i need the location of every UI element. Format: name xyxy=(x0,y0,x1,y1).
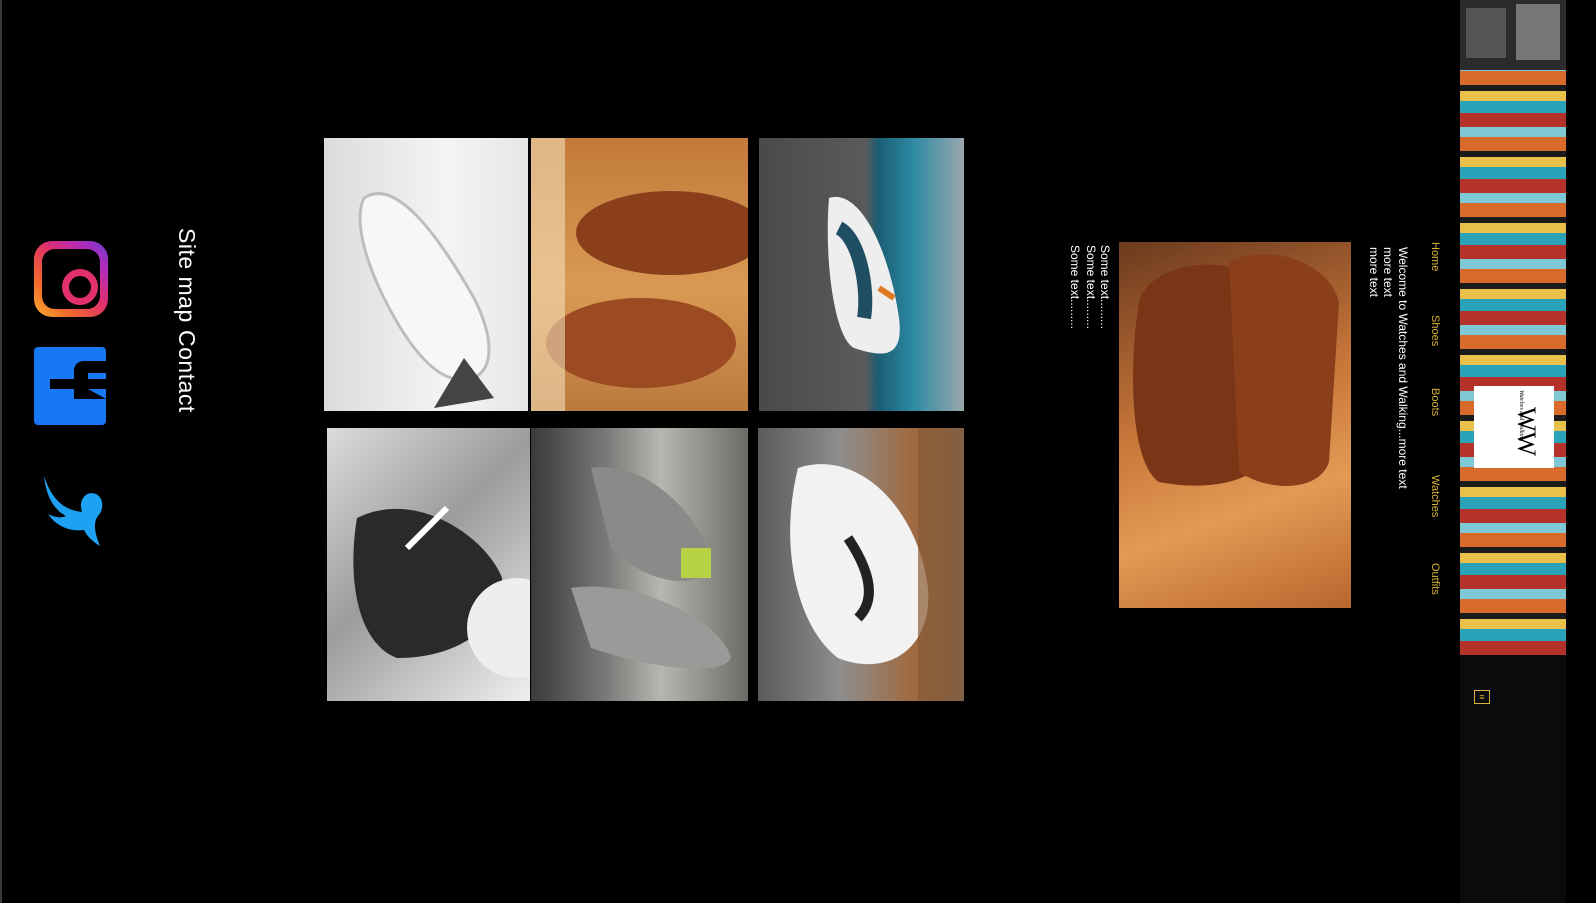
gallery-photo-brown-oxfords[interactable] xyxy=(531,138,748,411)
instagram-icon[interactable] xyxy=(34,241,108,317)
nav-watches[interactable]: Watches xyxy=(1429,475,1441,517)
nav-boots[interactable]: Boots xyxy=(1429,388,1441,416)
gallery-photo-black-sneaker[interactable] xyxy=(327,428,530,701)
twitter-icon[interactable] xyxy=(34,470,108,550)
menu-icon[interactable]: ≡ xyxy=(1474,690,1490,704)
some-text-3: Some text......... xyxy=(1068,245,1082,330)
some-text-1: Some text......... xyxy=(1098,245,1112,330)
window-edge xyxy=(0,0,2,903)
nav-shoes[interactable]: Shoes xyxy=(1429,315,1441,346)
hero-photo-brown-boots xyxy=(1119,242,1351,608)
nav-home[interactable]: Home xyxy=(1429,242,1441,271)
graffiti-banner xyxy=(1460,0,1566,655)
gallery-photo-white-sneaker[interactable] xyxy=(324,138,528,411)
gallery-photo-running-sneaker[interactable] xyxy=(759,138,964,411)
some-text-2: Some text......... xyxy=(1084,245,1098,330)
brand-logo[interactable]: WW Watches and Walking xyxy=(1474,386,1554,468)
gallery-photo-knit-sneakers[interactable] xyxy=(531,428,748,701)
contact-link[interactable]: Contact xyxy=(173,330,200,413)
more-text-1: more text xyxy=(1381,247,1395,298)
nav-outfits[interactable]: Outfits xyxy=(1429,563,1441,595)
site-map-link[interactable]: Site map xyxy=(173,228,200,323)
facebook-icon[interactable] xyxy=(34,347,106,425)
welcome-text: Welcome to Watches and Walking...more te… xyxy=(1396,247,1410,489)
more-text-2: more text xyxy=(1367,247,1381,298)
gallery-photo-white-sneaker-foot[interactable] xyxy=(758,428,964,701)
